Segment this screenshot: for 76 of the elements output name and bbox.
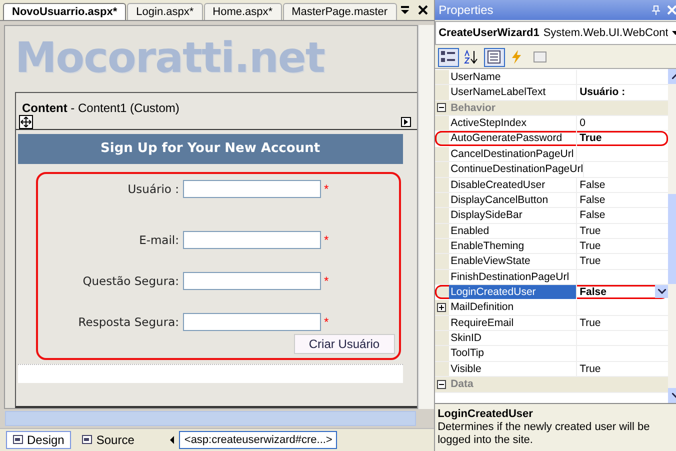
property-name[interactable]: UserNameLabelText: [448, 85, 577, 100]
field-label: E-mail:: [138, 232, 180, 246]
property-value[interactable]: Usuário :: [580, 85, 668, 100]
description-title: LoginCreatedUser: [438, 408, 534, 420]
property-value[interactable]: True: [580, 238, 668, 254]
property-value[interactable]: True: [580, 316, 668, 330]
horizontal-scrollbar[interactable]: [5, 411, 416, 426]
pin-icon[interactable]: [651, 5, 662, 15]
property-value[interactable]: True: [580, 224, 668, 238]
property-value[interactable]: False: [580, 192, 668, 208]
property-name[interactable]: ContinueDestinationPageUrl: [448, 162, 584, 177]
properties-view-icon[interactable]: [484, 48, 505, 66]
property-value[interactable]: False: [580, 208, 668, 223]
property-name[interactable]: ToolTip: [448, 346, 577, 361]
required-mark: *: [324, 274, 329, 288]
description-text: Determines if the newly created user will be logged into the site.: [438, 421, 651, 447]
input-field[interactable]: [183, 230, 321, 248]
collapse-icon[interactable]: [437, 103, 446, 112]
field-label: Questão Segura:: [82, 274, 180, 288]
property-name[interactable]: Enabled: [448, 224, 577, 238]
caret-icon: [658, 289, 666, 294]
dropdown-icon[interactable]: [398, 5, 411, 15]
collapse-icon[interactable]: [437, 380, 446, 389]
close-icon[interactable]: [418, 5, 428, 15]
required-mark: *: [324, 182, 329, 196]
view-tab[interactable]: Source: [75, 431, 142, 449]
property-value[interactable]: True: [580, 131, 668, 146]
property-name[interactable]: RequireEmail: [448, 316, 577, 330]
site-logo: Mocoratti.net: [15, 34, 326, 84]
document-tab[interactable]: MasterPage.master: [282, 3, 397, 20]
property-name[interactable]: DisplayCancelButton: [448, 192, 577, 208]
property-value[interactable]: True: [580, 254, 668, 269]
required-mark: *: [324, 232, 329, 246]
document-tab[interactable]: Home.aspx*: [204, 3, 282, 20]
input-field[interactable]: [183, 312, 321, 330]
property-name[interactable]: UserName: [448, 70, 577, 84]
tag-path-button[interactable]: <asp:createuserwizard#cre...>: [179, 431, 338, 449]
property-name[interactable]: AutoGeneratePassword: [448, 131, 577, 146]
required-mark: *: [324, 314, 329, 328]
property-name[interactable]: EnableTheming: [448, 238, 577, 254]
property-name[interactable]: Visible: [448, 362, 577, 376]
source-icon: [82, 435, 92, 445]
panel-title: Properties: [438, 3, 494, 17]
expand-icon[interactable]: [437, 303, 446, 312]
property-name[interactable]: DisableCreatedUser: [448, 178, 577, 192]
property-name[interactable]: DisplaySideBar: [448, 208, 577, 223]
move-handle-icon[interactable]: [19, 115, 33, 129]
dropdown-button[interactable]: [655, 285, 668, 298]
document-tab[interactable]: Login.aspx*: [127, 3, 203, 20]
property-name[interactable]: ActiveStepIndex: [448, 116, 577, 130]
content-subtitle: - Content1 (Custom): [70, 101, 180, 115]
property-name[interactable]: CancelDestinationPageUrl: [448, 146, 577, 162]
property-value[interactable]: True: [580, 362, 668, 376]
input-field[interactable]: [183, 272, 321, 290]
property-name[interactable]: MailDefinition: [448, 300, 577, 315]
submit-button[interactable]: Criar Usuário: [294, 334, 395, 354]
property-name[interactable]: FinishDestinationPageUrl: [448, 270, 577, 284]
property-value[interactable]: 0: [580, 116, 668, 130]
vertical-scrollbar[interactable]: [418, 25, 434, 409]
property-name[interactable]: SkinID: [448, 331, 577, 346]
wizard-header: Sign Up for Your New Account: [18, 134, 403, 164]
object-selector[interactable]: CreateUserWizard1 System.Web.UI.WebCont: [434, 21, 676, 45]
left-arrow-icon[interactable]: [169, 435, 176, 445]
smart-tag-icon[interactable]: [400, 117, 411, 127]
property-name[interactable]: LoginCreatedUser: [448, 285, 577, 300]
field-label: Resposta Segura:: [77, 314, 180, 328]
property-value[interactable]: False: [580, 178, 668, 192]
field-label: Usuário :: [126, 182, 180, 196]
property-value[interactable]: False: [580, 285, 656, 300]
input-field[interactable]: [183, 180, 321, 198]
design-icon: [13, 435, 23, 445]
document-tab[interactable]: NovoUsuarrio.aspx*: [3, 3, 126, 20]
property-name[interactable]: EnableViewState: [448, 254, 577, 269]
categorized-view-icon[interactable]: [438, 48, 459, 66]
view-tab[interactable]: Design: [6, 431, 72, 449]
content-title: Content: [22, 101, 68, 115]
